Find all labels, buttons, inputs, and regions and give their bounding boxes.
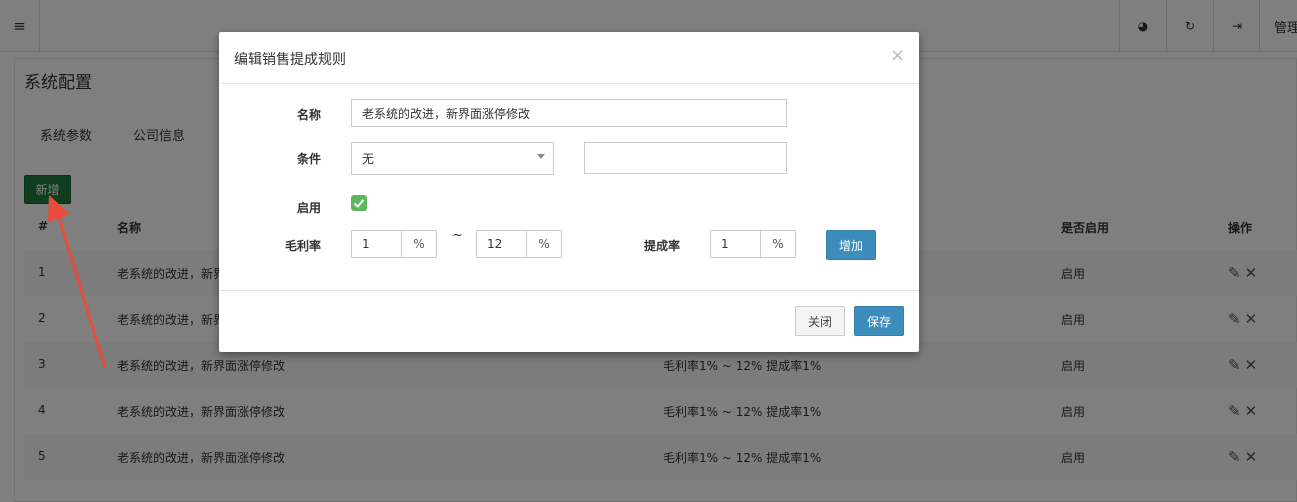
add-rule-button[interactable]: 增加	[826, 230, 876, 260]
commission-rate-input[interactable]: 1	[710, 230, 761, 258]
percent-addon: %	[760, 230, 796, 258]
commission-rate-label: 提成率	[643, 239, 680, 253]
save-button[interactable]: 保存	[854, 306, 904, 336]
percent-addon: %	[401, 230, 437, 258]
close-button[interactable]: 关闭	[795, 306, 845, 336]
modal-header: 编辑销售提成规则 ×	[219, 32, 919, 84]
condition-label: 条件	[296, 152, 321, 166]
margin-rate-label: 毛利率	[284, 239, 321, 253]
condition-select-value: 无	[362, 152, 375, 166]
margin-to-input[interactable]: 12	[476, 230, 527, 258]
modal-footer-divider	[219, 290, 919, 291]
enabled-label: 启用	[296, 201, 321, 215]
modal-title: 编辑销售提成规则	[234, 52, 346, 68]
condition-extra-input[interactable]	[584, 142, 787, 174]
enabled-checkbox[interactable]	[351, 195, 367, 211]
range-tilde: ~	[452, 228, 463, 243]
name-label: 名称	[296, 108, 321, 122]
close-icon[interactable]: ×	[890, 45, 905, 66]
check-icon	[353, 199, 365, 208]
percent-addon: %	[526, 230, 562, 258]
caret-down-icon	[537, 154, 545, 159]
condition-select[interactable]: 无	[351, 142, 554, 175]
margin-from-input[interactable]: 1	[351, 230, 402, 258]
name-input[interactable]: 老系统的改进，新界面涨停修改	[351, 99, 787, 127]
edit-commission-rule-dialog: 编辑销售提成规则 × 名称 老系统的改进，新界面涨停修改 条件 无 启用 毛利率…	[219, 32, 919, 352]
